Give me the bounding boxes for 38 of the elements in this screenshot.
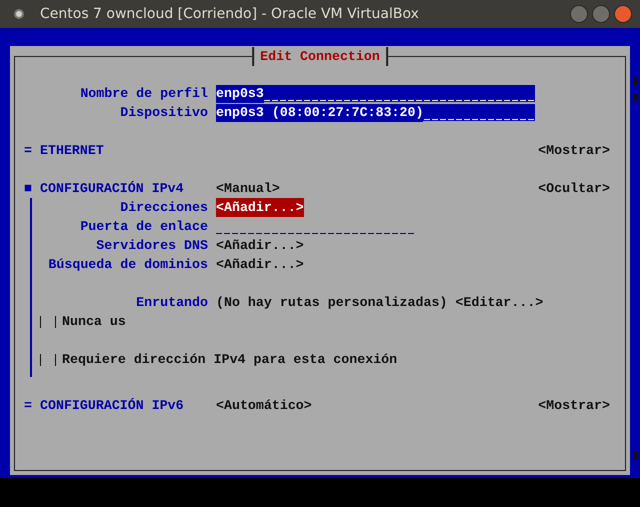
close-button[interactable] — [614, 5, 632, 23]
field-label: Puerta de enlace — [79, 218, 208, 236]
edit-button[interactable]: <Editar...> — [455, 293, 544, 312]
toggle-button[interactable]: <Mostrar> — [538, 396, 610, 415]
section-title: ETHERNET — [40, 142, 105, 160]
add-button[interactable]: <Añadir...> — [216, 236, 304, 255]
field-label: Búsqueda de dominios — [47, 256, 208, 274]
dialog-title: Edit Connection — [252, 47, 388, 66]
checkbox-label: Requiere dirección IPv4 para esta conexión — [62, 351, 398, 369]
scrollbar-mark — [634, 77, 638, 85]
app-menu-icon[interactable] — [14, 9, 24, 19]
routes-note: (No hay rutas personalizadas) — [216, 294, 448, 312]
field-label: Direcciones — [119, 199, 208, 217]
add-button[interactable]: <Añadir...> — [216, 198, 304, 217]
section-marker: = — [24, 142, 33, 160]
text-field[interactable]: enp0s3 — [216, 85, 535, 102]
minimize-button[interactable] — [570, 5, 588, 23]
scrollbar-mark — [634, 452, 638, 460]
scrollbar-mark — [634, 94, 638, 102]
window-title: Centos 7 owncloud [Corriendo] - Oracle VM VirtualBox — [40, 4, 420, 24]
section-marker: = — [24, 397, 33, 415]
maximize-button[interactable] — [592, 5, 610, 23]
field-label: Nombre de perfil — [79, 85, 208, 103]
toggle-button[interactable]: <Ocultar> — [538, 179, 610, 198]
mode-button[interactable]: <Manual> — [216, 179, 280, 198]
toggle-button[interactable]: <Mostrar> — [538, 141, 610, 160]
section-title: CONFIGURACIÓN IPv4 — [40, 180, 185, 198]
field-label: Enrutando — [135, 294, 208, 312]
section-marker: ■ — [24, 180, 33, 198]
field-label: Servidores DNS — [95, 237, 208, 255]
text-field[interactable]: enp0s3 (08:00:27:7C:83:20) — [216, 104, 535, 121]
section-title: CONFIGURACIÓN IPv6 — [40, 397, 185, 415]
checkbox[interactable] — [40, 316, 56, 328]
add-button[interactable]: <Añadir...> — [216, 255, 304, 274]
field-label: Dispositivo — [119, 104, 208, 122]
checkbox-label: Nunca us — [62, 313, 126, 331]
checkbox[interactable] — [40, 354, 56, 366]
mode-button[interactable]: <Automático> — [216, 396, 312, 415]
